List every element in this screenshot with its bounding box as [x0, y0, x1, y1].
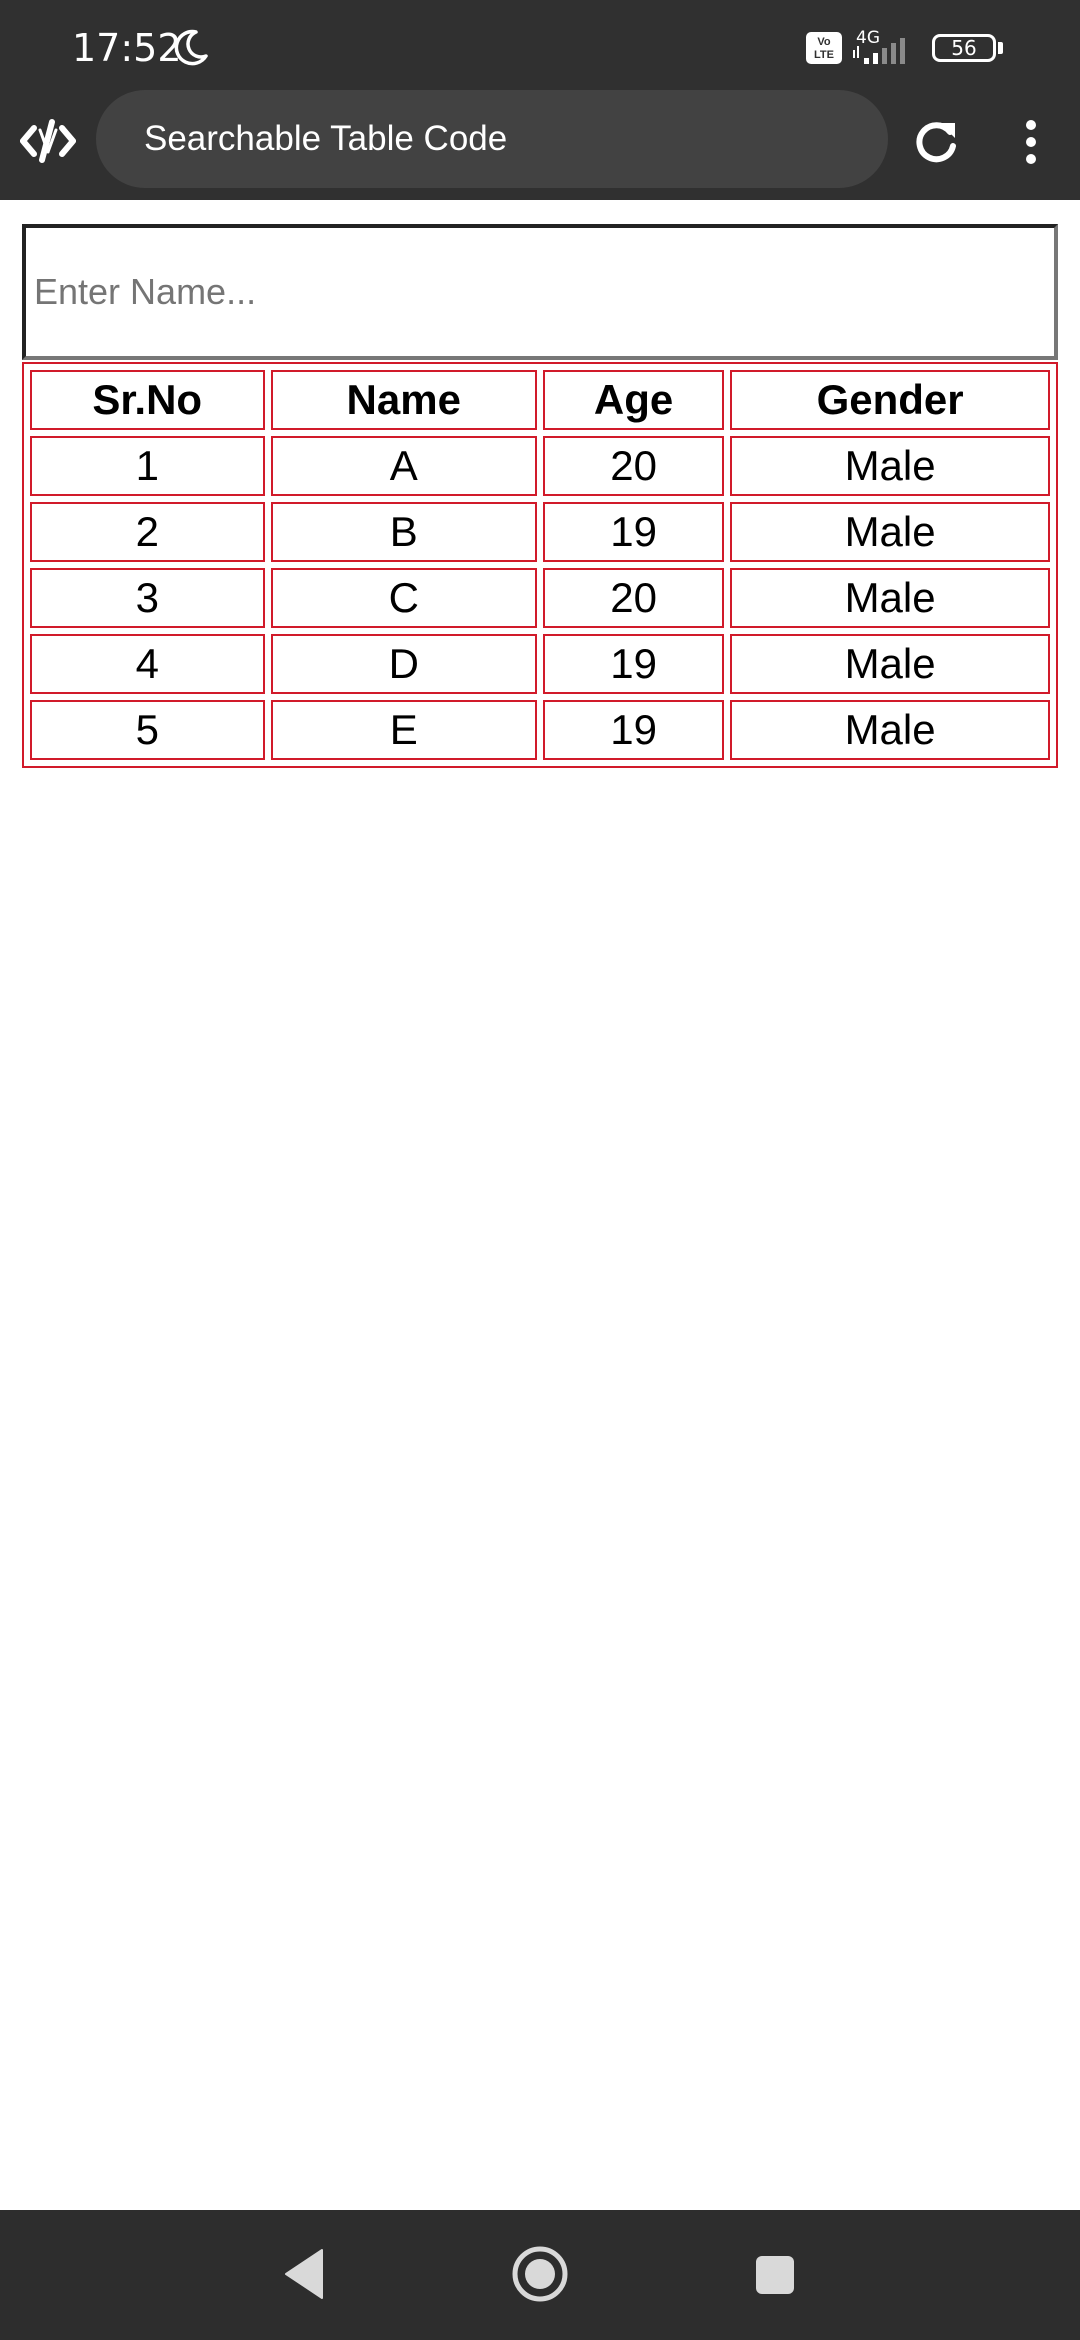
- refresh-icon[interactable]: [906, 112, 966, 172]
- column-header-sr-no: Sr.No: [30, 370, 265, 430]
- column-header-age: Age: [542, 370, 725, 430]
- column-header-name: Name: [270, 370, 537, 430]
- moon-icon: [174, 29, 208, 66]
- table-row: 1 A 20 Male: [30, 436, 1050, 496]
- table-row: 2 B 19 Male: [30, 502, 1050, 562]
- cell-gender: Male: [730, 436, 1050, 496]
- table-row: 5 E 19 Male: [30, 700, 1050, 760]
- cell-sr-no: 4: [30, 634, 265, 694]
- cell-gender: Male: [730, 568, 1050, 628]
- back-icon[interactable]: [280, 2246, 328, 2302]
- table-row: 4 D 19 Male: [30, 634, 1050, 694]
- cell-gender: Male: [730, 502, 1050, 562]
- table-row: 3 C 20 Male: [30, 568, 1050, 628]
- cell-name: B: [270, 502, 537, 562]
- battery-tip: [998, 42, 1003, 54]
- status-time: 17:52: [72, 26, 182, 70]
- volte-icon: Vo LTE: [806, 32, 842, 64]
- cell-name: C: [270, 568, 537, 628]
- page-title[interactable]: Searchable Table Code: [144, 118, 507, 160]
- cell-age: 20: [542, 436, 725, 496]
- page-content: Sr.No Name Age Gender 1 A 20 Male 2 B 19…: [22, 224, 1058, 768]
- cell-age: 20: [542, 568, 725, 628]
- cell-age: 19: [542, 700, 725, 760]
- cell-sr-no: 5: [30, 700, 265, 760]
- cell-age: 19: [542, 634, 725, 694]
- data-table: Sr.No Name Age Gender 1 A 20 Male 2 B 19…: [22, 362, 1058, 768]
- battery-level: 56: [951, 36, 977, 60]
- cell-gender: Male: [730, 634, 1050, 694]
- signal-icon: [853, 38, 905, 64]
- recents-icon[interactable]: [754, 2254, 796, 2296]
- column-header-gender: Gender: [730, 370, 1050, 430]
- cell-sr-no: 2: [30, 502, 265, 562]
- table-header-row: Sr.No Name Age Gender: [30, 370, 1050, 430]
- search-input[interactable]: [22, 224, 1058, 360]
- cell-name: A: [270, 436, 537, 496]
- app-logo-icon[interactable]: [20, 118, 76, 164]
- cell-sr-no: 1: [30, 436, 265, 496]
- home-icon[interactable]: [510, 2244, 570, 2304]
- more-vert-icon[interactable]: [1006, 112, 1056, 172]
- cell-name: E: [270, 700, 537, 760]
- cell-age: 19: [542, 502, 725, 562]
- cell-sr-no: 3: [30, 568, 265, 628]
- cell-name: D: [270, 634, 537, 694]
- cell-gender: Male: [730, 700, 1050, 760]
